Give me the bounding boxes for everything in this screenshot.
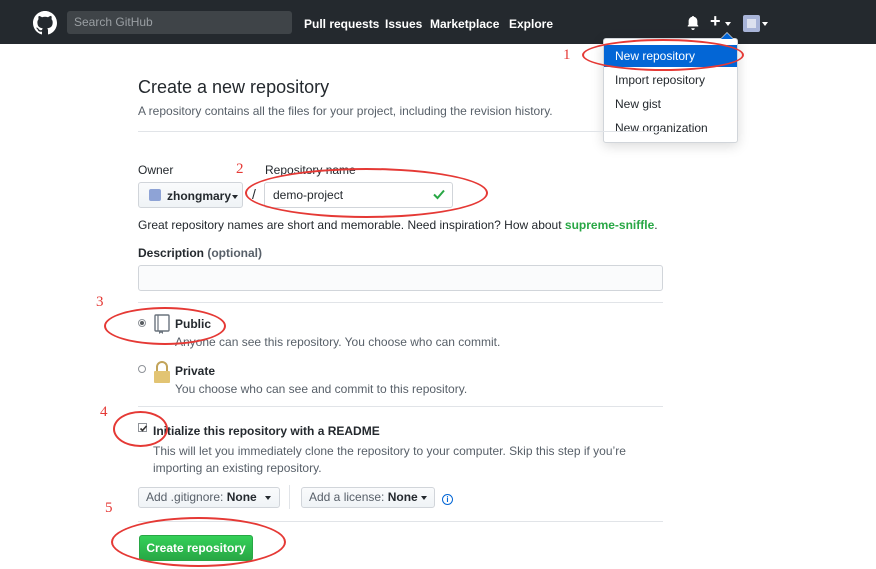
divider [138,302,663,303]
private-title: Private [175,364,216,378]
search-input[interactable]: Search GitHub [67,11,292,34]
annotation-ellipse [111,517,286,567]
annotation-ellipse [582,39,744,71]
info-icon[interactable]: i [442,494,453,505]
page-subtitle: A repository contains all the files for … [138,104,553,118]
owner-label: Owner [138,163,174,177]
private-description: You choose who can see and commit to thi… [175,382,468,396]
top-header: Search GitHub Pull requests Issues Marke… [0,0,876,44]
github-logo-icon[interactable] [33,11,57,35]
nav-pull-requests[interactable]: Pull requests [304,17,379,31]
chevron-down-icon [265,496,271,500]
menu-item-new-organization[interactable]: New organization [604,117,737,139]
description-label: Description (optional) [138,246,263,260]
annotation-number: 5 [105,500,113,516]
annotation-number: 3 [96,294,104,310]
annotation-ellipse [245,168,488,218]
avatar[interactable] [743,15,760,32]
private-radio[interactable] [138,365,146,373]
gitignore-select[interactable]: Add .gitignore: None [138,487,280,508]
chevron-down-icon [421,496,427,500]
lock-icon [154,361,170,383]
description-input[interactable] [138,265,663,291]
chevron-down-icon [725,22,731,26]
chevron-down-icon [232,195,238,199]
chevron-down-icon [762,22,768,26]
plus-icon[interactable]: + [710,12,721,30]
nav-marketplace[interactable]: Marketplace [430,17,499,31]
divider [138,131,663,132]
menu-item-import-repository[interactable]: Import repository [604,69,737,91]
annotation-number: 4 [100,404,108,420]
public-description: Anyone can see this repository. You choo… [175,335,501,349]
select-separator [289,485,290,509]
menu-item-new-gist[interactable]: New gist [604,93,737,115]
divider [138,406,663,407]
annotation-number: 2 [236,161,244,177]
nav-explore[interactable]: Explore [509,17,553,31]
owner-value: zhongmary [167,189,232,203]
annotation-ellipse [113,411,168,447]
bell-icon[interactable] [686,16,700,30]
license-select[interactable]: Add a license: None [301,487,435,508]
name-suggestion-link[interactable]: supreme-sniffle [565,218,654,232]
repo-name-hint: Great repository names are short and mem… [138,218,658,232]
owner-avatar [149,189,161,201]
owner-select[interactable]: zhongmary [138,182,243,208]
nav-issues[interactable]: Issues [385,17,422,31]
annotation-ellipse [104,307,226,345]
annotation-number: 1 [563,47,571,63]
readme-title: Initialize this repository with a README [153,424,380,438]
page-title: Create a new repository [138,77,330,97]
readme-description: This will let you immediately clone the … [153,444,626,475]
